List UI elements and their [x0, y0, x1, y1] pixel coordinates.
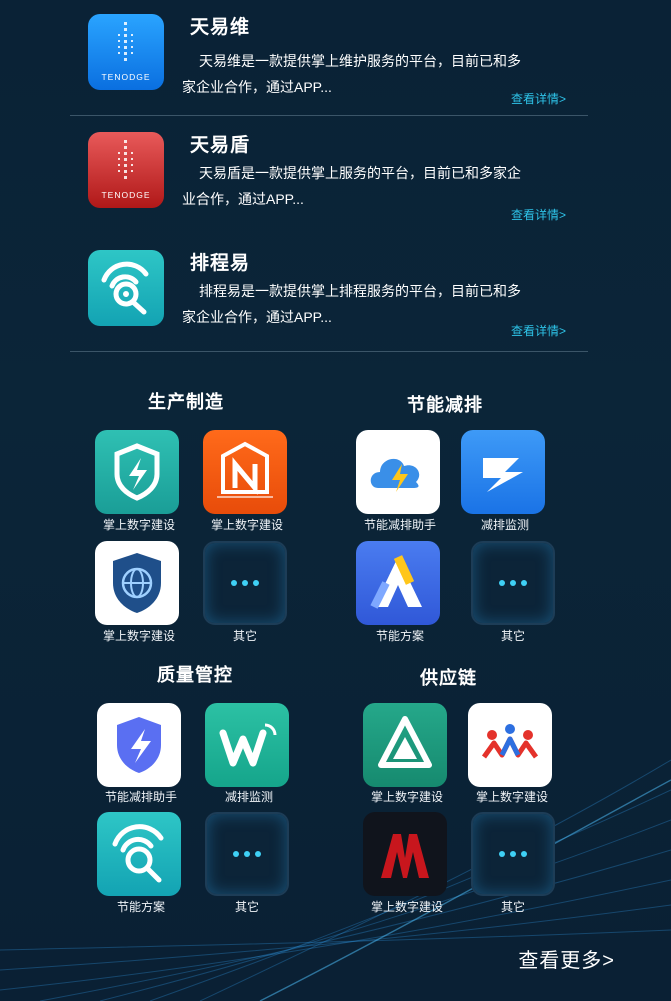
- triangle-logo-icon[interactable]: [363, 703, 447, 787]
- category-title: 节能减排: [407, 395, 483, 415]
- tile-label: 节能方案: [116, 900, 165, 914]
- tile-label: 掌上数字建设: [102, 629, 175, 643]
- tile-label: 其它: [500, 629, 525, 643]
- more-dots-icon[interactable]: [205, 812, 289, 896]
- tile-label: 其它: [500, 900, 525, 914]
- tile-label: 节能方案: [375, 629, 424, 643]
- view-details-link[interactable]: 查看详情>: [511, 322, 566, 339]
- app-title: 排程易: [190, 253, 251, 274]
- tenodge-blue-logo-icon: TENODGE: [88, 14, 164, 90]
- app-item-tianyiwei[interactable]: TENODGE 天易维 天易维是一款提供掌上维护服务的平台，目前已和多家企业合作…: [70, 12, 588, 112]
- tile-label: 其它: [232, 629, 257, 643]
- m-red-logo-icon[interactable]: [363, 812, 447, 896]
- tile-label: 掌上数字建设: [370, 790, 443, 804]
- app-description: 排程易是一款提供掌上排程服务的平台，目前已和多家企业合作，通过APP...: [182, 283, 521, 325]
- tenodge-red-logo-icon: TENODGE: [88, 132, 164, 208]
- cloud-bolt-icon[interactable]: [356, 430, 440, 514]
- more-dots-icon[interactable]: [471, 541, 555, 625]
- view-details-link[interactable]: 查看详情>: [511, 206, 566, 223]
- view-details-link[interactable]: 查看详情>: [511, 90, 566, 107]
- people-m-logo-icon[interactable]: [468, 703, 552, 787]
- signal-search-icon: [88, 250, 164, 326]
- app-description: 天易盾是一款提供掌上服务的平台，目前已和多家企业合作，通过APP...: [182, 165, 521, 207]
- signal-search-icon[interactable]: [97, 812, 181, 896]
- divider: [70, 351, 588, 352]
- category-title: 供应链: [420, 668, 477, 688]
- shield-bolt-icon[interactable]: [95, 430, 179, 514]
- category-title: 质量管控: [157, 665, 233, 685]
- globe-shield-icon[interactable]: [95, 541, 179, 625]
- z-bolt-icon[interactable]: [461, 430, 545, 514]
- tile-label: 掌上数字建设: [210, 518, 283, 532]
- view-more-link[interactable]: 查看更多>: [518, 944, 615, 973]
- tile-label: 节能减排助手: [104, 790, 177, 804]
- app-title: 天易维: [190, 17, 251, 38]
- brand-text: TENODGE: [101, 72, 150, 82]
- tile-label: 节能减排助手: [363, 518, 436, 532]
- app-item-paichengyi[interactable]: 排程易 排程易是一款提供掌上排程服务的平台，目前已和多家企业合作，通过APP..…: [70, 248, 588, 348]
- w-wave-icon[interactable]: [205, 703, 289, 787]
- tile-label: 掌上数字建设: [475, 790, 548, 804]
- shield-bolt-blue-icon[interactable]: [97, 703, 181, 787]
- app-description: 天易维是一款提供掌上维护服务的平台，目前已和多家企业合作，通过APP...: [182, 53, 521, 95]
- more-dots-icon[interactable]: [203, 541, 287, 625]
- n-logo-icon[interactable]: [203, 430, 287, 514]
- app-title: 天易盾: [190, 135, 251, 156]
- app-item-tianyidun[interactable]: TENODGE 天易盾 天易盾是一款提供掌上服务的平台，目前已和多家企业合作，通…: [70, 130, 588, 230]
- tile-label: 其它: [234, 900, 259, 914]
- tile-label: 减排监测: [224, 790, 273, 804]
- tile-label: 减排监测: [480, 518, 529, 532]
- brand-text: TENODGE: [101, 190, 150, 200]
- more-dots-icon[interactable]: [471, 812, 555, 896]
- tile-label: 掌上数字建设: [370, 900, 443, 914]
- a-logo-icon[interactable]: [356, 541, 440, 625]
- category-title: 生产制造: [148, 392, 224, 412]
- divider: [70, 115, 588, 116]
- tile-label: 掌上数字建设: [102, 518, 175, 532]
